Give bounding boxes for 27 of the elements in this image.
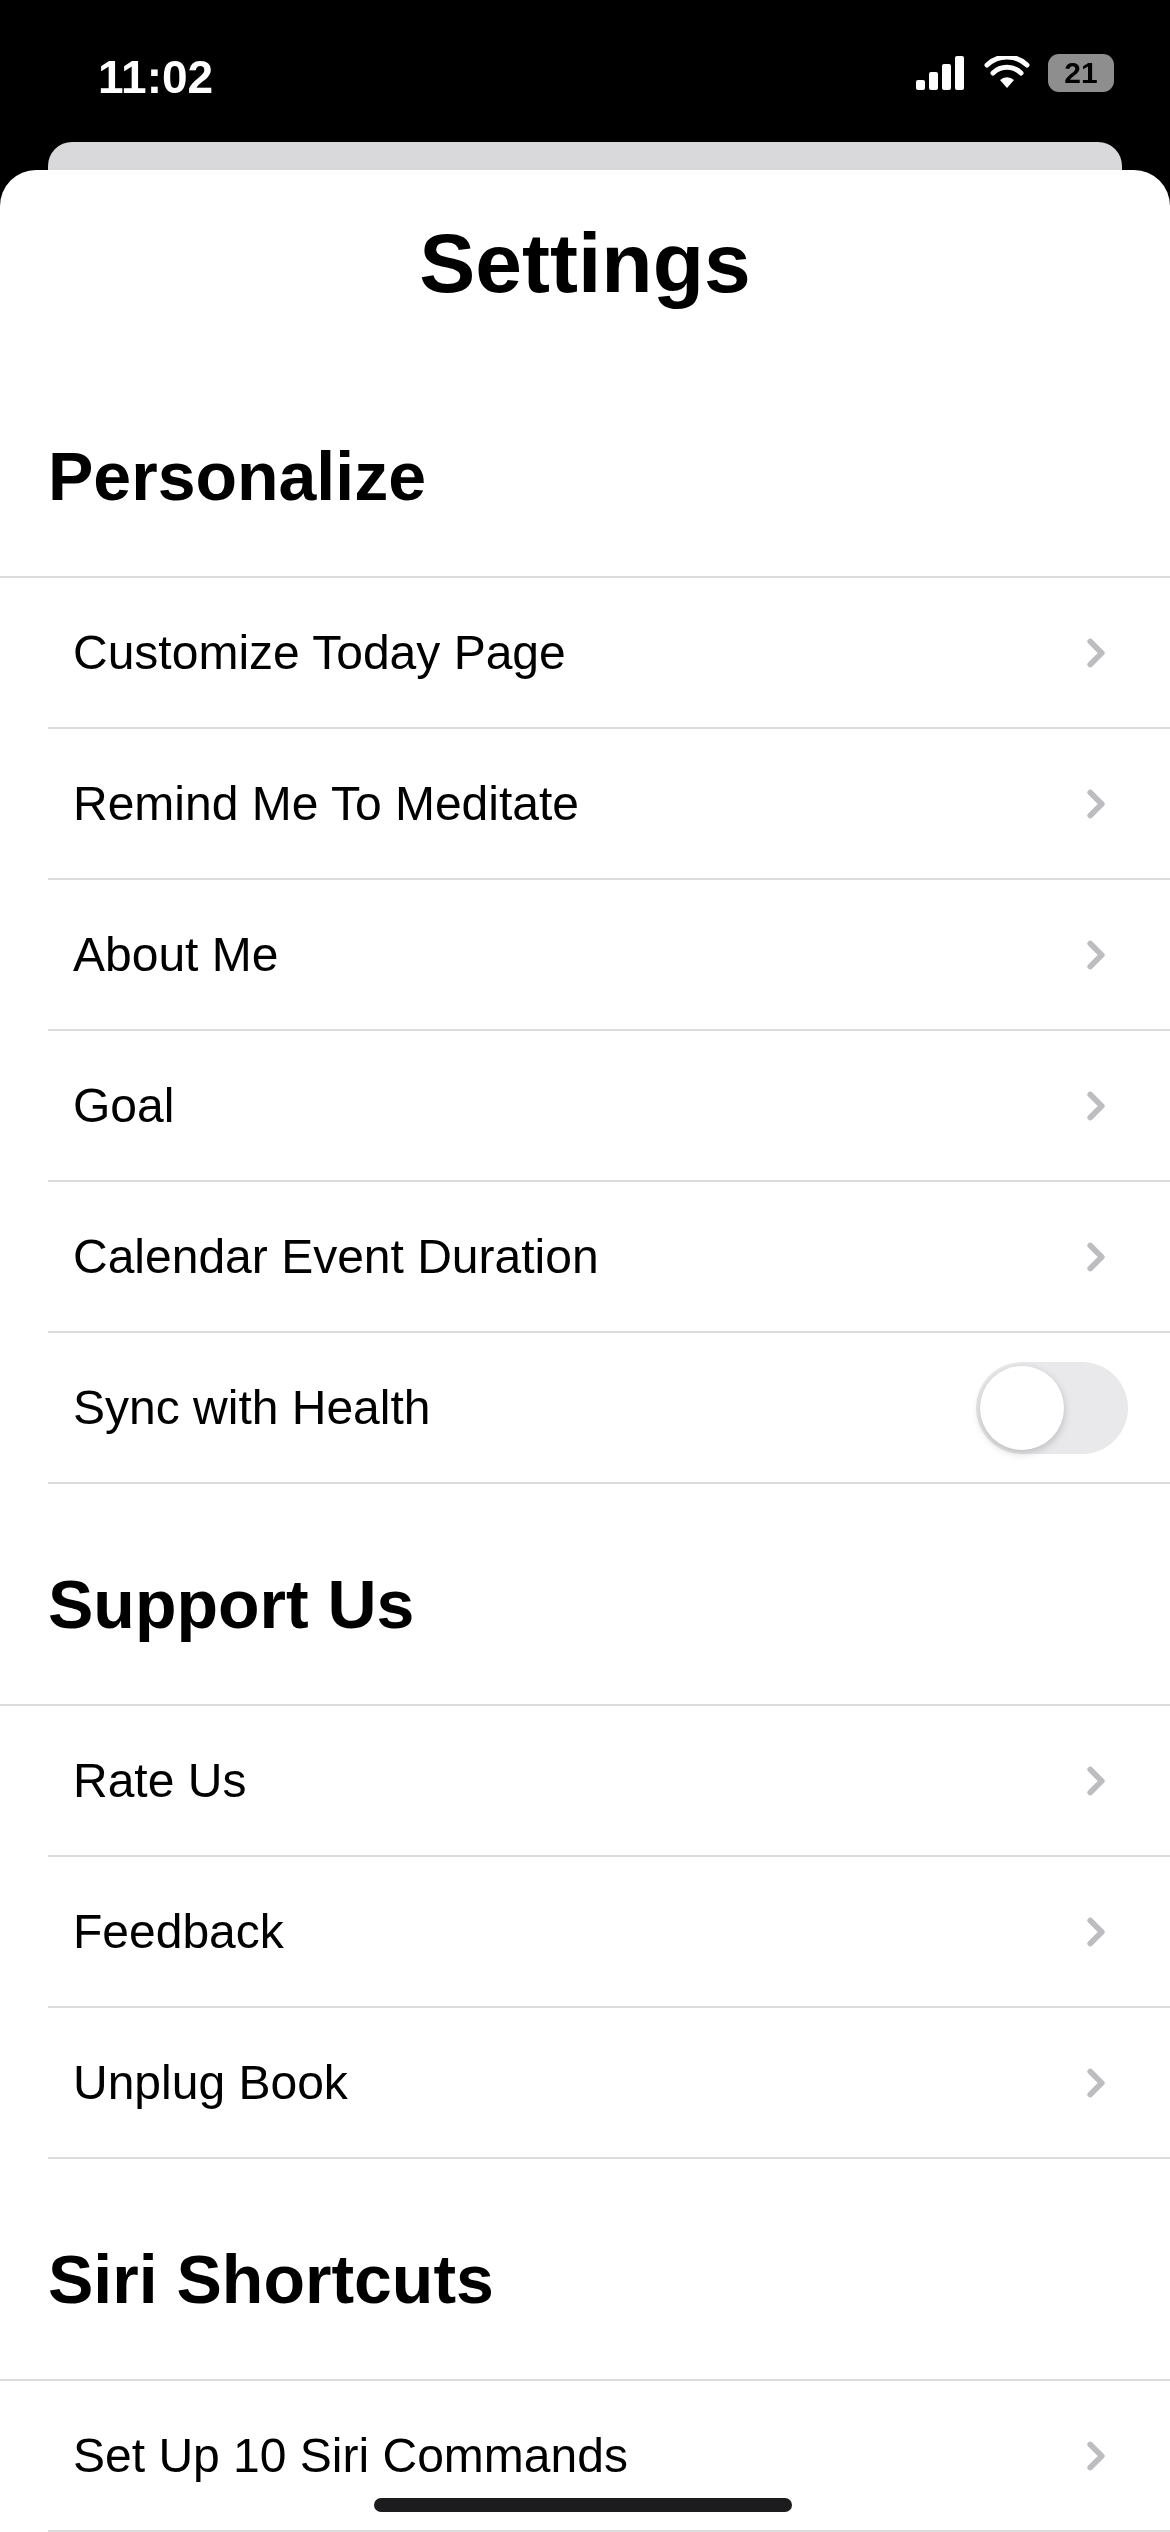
- section-header: Siri Shortcuts: [48, 2240, 494, 2320]
- settings-row[interactable]: Unplug Book: [48, 2008, 1170, 2160]
- signal-icon: [916, 56, 966, 90]
- row-label: Feedback: [73, 1904, 284, 1960]
- page-title: Settings: [418, 214, 752, 312]
- section-header: Support Us: [48, 1565, 415, 1645]
- settings-row[interactable]: Sync with Health: [48, 1333, 1170, 1485]
- settings-row[interactable]: Feedback: [48, 1857, 1170, 2009]
- row-label: Rate Us: [73, 1753, 247, 1809]
- settings-row[interactable]: Remind Me To Meditate: [48, 729, 1170, 881]
- row-label: Unplug Book: [73, 2055, 348, 2111]
- section-header: Personalize: [48, 437, 426, 517]
- settings-row[interactable]: Goal: [48, 1031, 1170, 1183]
- row-label: Calendar Event Duration: [73, 1229, 599, 1285]
- row-label: About Me: [73, 927, 279, 983]
- battery-icon: 21: [1048, 54, 1114, 92]
- row-label: Goal: [73, 1078, 175, 1134]
- settings-row[interactable]: Customize Today Page: [48, 578, 1170, 730]
- row-label: Sync with Health: [73, 1380, 431, 1436]
- row-label: Set Up 10 Siri Commands: [73, 2428, 628, 2483]
- row-label: Customize Today Page: [73, 625, 566, 681]
- status-time: 11:02: [98, 50, 214, 104]
- settings-row[interactable]: Rate Us: [48, 1706, 1170, 1858]
- settings-row[interactable]: About Me: [48, 880, 1170, 1032]
- wifi-icon: [984, 56, 1030, 90]
- row-label: Remind Me To Meditate: [73, 776, 579, 832]
- settings-row[interactable]: Calendar Event Duration: [48, 1182, 1170, 1334]
